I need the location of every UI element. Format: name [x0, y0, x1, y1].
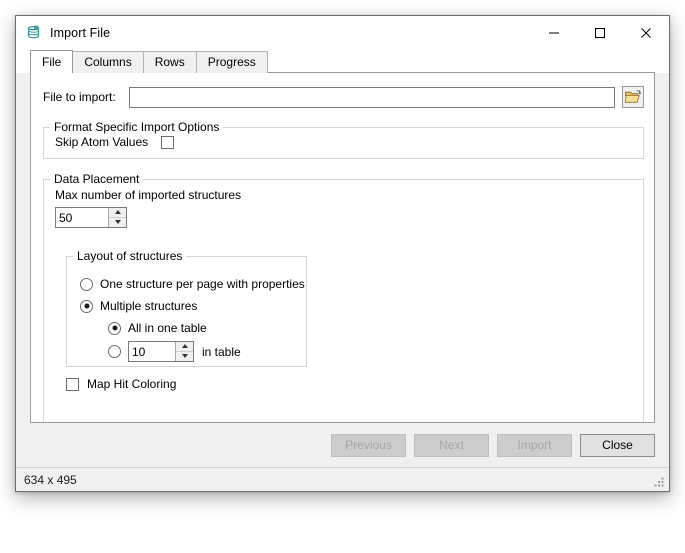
- previous-button-label: Previous: [345, 438, 392, 452]
- tab-rows[interactable]: Rows: [143, 51, 197, 73]
- tab-progress[interactable]: Progress: [196, 51, 268, 73]
- maximize-icon: [594, 27, 606, 39]
- file-to-import-input[interactable]: [129, 87, 615, 108]
- radio-multiple-structures-indicator[interactable]: [80, 300, 93, 313]
- import-file-window: Import File: [15, 15, 670, 492]
- tab-columns[interactable]: Columns: [72, 51, 143, 73]
- map-hit-coloring-row[interactable]: Map Hit Coloring: [66, 377, 176, 391]
- tab-file[interactable]: File: [30, 50, 73, 73]
- resize-grip-icon[interactable]: [653, 476, 665, 488]
- max-structures-increment-button[interactable]: [109, 208, 126, 218]
- minimize-button[interactable]: [531, 16, 577, 50]
- open-folder-icon: [625, 90, 641, 104]
- import-button-label: Import: [517, 438, 551, 452]
- status-bar: 634 x 495: [16, 467, 669, 491]
- radio-n-per-table[interactable]: in table: [108, 341, 306, 362]
- radio-all-in-one-table-indicator[interactable]: [108, 322, 121, 335]
- chevron-up-icon: [115, 210, 121, 214]
- chevron-down-icon: [182, 354, 188, 358]
- desktop-backdrop: Import File: [0, 0, 685, 553]
- radio-one-structure-per-page-indicator[interactable]: [80, 278, 93, 291]
- file-to-import-label: File to import:: [43, 90, 116, 104]
- tab-file-label: File: [42, 55, 61, 69]
- import-button[interactable]: Import: [497, 434, 572, 457]
- structures-per-table-input[interactable]: [129, 342, 175, 361]
- chevron-down-icon: [115, 220, 121, 224]
- tab-rows-label: Rows: [155, 55, 185, 69]
- max-structures-label: Max number of imported structures: [44, 188, 643, 202]
- next-button-label: Next: [439, 438, 464, 452]
- radio-n-per-table-indicator[interactable]: [108, 345, 121, 358]
- radio-n-per-table-label: in table: [202, 345, 241, 359]
- format-options-group: Format Specific Import Options Skip Atom…: [43, 120, 644, 159]
- data-placement-group: Data Placement Max number of imported st…: [43, 172, 644, 423]
- radio-all-in-one-table-label: All in one table: [128, 321, 207, 335]
- radio-multiple-structures[interactable]: Multiple structures: [80, 299, 306, 313]
- document-stack-icon: [25, 24, 43, 42]
- chevron-up-icon: [182, 344, 188, 348]
- window-size-status: 634 x 495: [16, 473, 77, 487]
- max-structures-decrement-button[interactable]: [109, 218, 126, 228]
- minimize-icon: [548, 27, 560, 39]
- radio-one-structure-per-page[interactable]: One structure per page with properties: [80, 277, 306, 291]
- max-structures-spinner[interactable]: [55, 207, 127, 228]
- max-structures-input[interactable]: [56, 208, 108, 227]
- previous-button[interactable]: Previous: [331, 434, 406, 457]
- structures-per-table-increment-button[interactable]: [176, 342, 193, 352]
- window-title: Import File: [50, 26, 110, 40]
- skip-atom-values-label: Skip Atom Values: [55, 135, 148, 149]
- layout-of-structures-group: Layout of structures One structure per p…: [66, 249, 307, 367]
- structures-per-table-decrement-button[interactable]: [176, 352, 193, 362]
- format-options-legend: Format Specific Import Options: [50, 120, 223, 134]
- radio-one-structure-per-page-label: One structure per page with properties: [100, 277, 305, 291]
- next-button[interactable]: Next: [414, 434, 489, 457]
- structures-per-table-spinner[interactable]: [128, 341, 194, 362]
- file-to-import-row: File to import:: [31, 86, 654, 108]
- close-icon: [640, 27, 652, 39]
- title-bar[interactable]: Import File: [16, 16, 669, 50]
- map-hit-coloring-checkbox[interactable]: [66, 378, 79, 391]
- skip-atom-values-checkbox[interactable]: [161, 136, 174, 149]
- browse-file-button[interactable]: [622, 86, 644, 108]
- close-dialog-button-label: Close: [602, 438, 633, 452]
- close-dialog-button[interactable]: Close: [580, 434, 655, 457]
- tab-columns-label: Columns: [84, 55, 131, 69]
- tab-progress-label: Progress: [208, 55, 256, 69]
- map-hit-coloring-label: Map Hit Coloring: [87, 377, 176, 391]
- close-button[interactable]: [623, 16, 669, 50]
- dialog-footer: Previous Next Import Close: [16, 423, 669, 467]
- skip-atom-values-row[interactable]: Skip Atom Values: [44, 135, 643, 149]
- maximize-button[interactable]: [577, 16, 623, 50]
- max-structures-spin-buttons: [108, 208, 126, 227]
- window-controls: [531, 16, 669, 50]
- layout-of-structures-legend: Layout of structures: [73, 249, 186, 263]
- data-placement-legend: Data Placement: [50, 172, 143, 186]
- tab-strip: File Columns Rows Progress: [16, 50, 669, 73]
- tab-page-file: File to import: Format Specific Import O…: [30, 72, 655, 423]
- radio-multiple-structures-label: Multiple structures: [100, 299, 197, 313]
- structures-per-table-spin-buttons: [175, 342, 193, 361]
- radio-all-in-one-table[interactable]: All in one table: [108, 321, 306, 335]
